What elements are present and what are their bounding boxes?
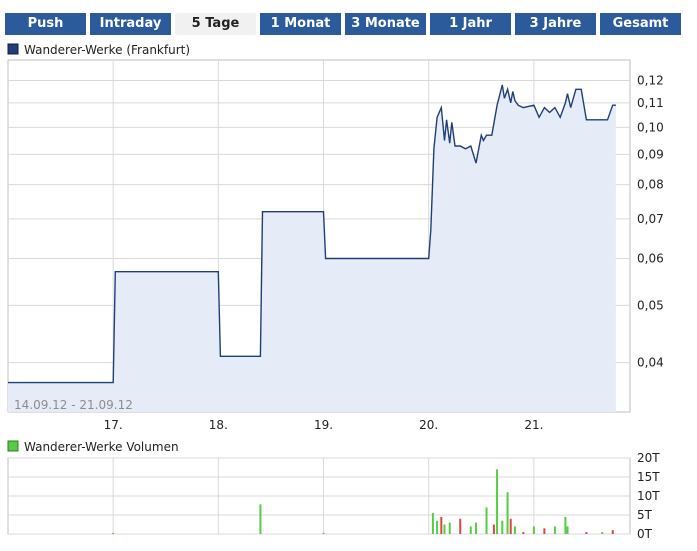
price-legend-swatch bbox=[7, 43, 19, 55]
price-x-tick-label: 19. bbox=[314, 418, 333, 432]
price-y-tick-label: 0,11 bbox=[637, 96, 664, 110]
volume-bar bbox=[585, 532, 588, 534]
date-range-label: 14.09.12 - 21.09.12 bbox=[14, 398, 133, 412]
volume-y-axis: 0T 5T 10T 15T 20T bbox=[637, 451, 660, 541]
price-y-tick-label: 0,05 bbox=[637, 298, 664, 312]
volume-bar bbox=[611, 530, 614, 534]
volume-bar bbox=[513, 526, 516, 534]
price-y-tick-label: 0,10 bbox=[637, 120, 664, 134]
price-y-axis: 0,04 0,05 0,06 0,07 0,08 0,09 0,10 0,11 0,12 bbox=[637, 74, 664, 370]
volume-bar bbox=[443, 524, 446, 534]
volume-bar bbox=[566, 526, 569, 534]
price-y-tick-label: 0,09 bbox=[637, 147, 664, 161]
volume-bar bbox=[475, 522, 478, 534]
volume-bar bbox=[440, 516, 443, 534]
volume-bar bbox=[469, 526, 472, 534]
volume-bar bbox=[506, 492, 509, 534]
volume-bar bbox=[553, 526, 556, 534]
volume-bar bbox=[485, 507, 488, 534]
volume-bar bbox=[522, 532, 525, 534]
volume-bar bbox=[543, 528, 546, 534]
volume-legend-label: Wanderer-Werke Volumen bbox=[24, 440, 179, 454]
volume-legend-swatch bbox=[7, 440, 19, 452]
volume-bar bbox=[459, 518, 462, 534]
volume-bar bbox=[564, 516, 567, 534]
price-legend-label: Wanderer-Werke (Frankfurt) bbox=[24, 43, 190, 57]
price-x-tick-label: 21. bbox=[524, 418, 543, 432]
price-y-tick-label: 0,04 bbox=[637, 356, 664, 370]
volume-bar bbox=[501, 520, 504, 534]
price-x-tick-label: 20. bbox=[419, 418, 438, 432]
volume-y-tick-label: 0T bbox=[637, 527, 653, 541]
volume-bar bbox=[259, 504, 262, 534]
volume-bar bbox=[601, 532, 604, 534]
price-y-tick-label: 0,12 bbox=[637, 74, 664, 88]
price-x-tick-label: 17. bbox=[104, 418, 123, 432]
chart-canvas: Wanderer-Werke (Frankfurt) 0,040,050,060… bbox=[7, 43, 664, 541]
volume-y-tick-label: 20T bbox=[637, 451, 660, 465]
volume-bar bbox=[532, 526, 535, 534]
volume-bar bbox=[431, 513, 434, 534]
volume-y-tick-label: 5T bbox=[637, 508, 653, 522]
volume-bar bbox=[509, 518, 512, 534]
volume-bar bbox=[322, 532, 325, 534]
volume-bar bbox=[448, 522, 451, 534]
volume-bar bbox=[436, 520, 439, 534]
price-y-tick-label: 0,07 bbox=[637, 212, 664, 226]
volume-y-tick-label: 15T bbox=[637, 470, 660, 484]
price-y-tick-label: 0,08 bbox=[637, 178, 664, 192]
price-y-tick-label: 0,06 bbox=[637, 252, 664, 266]
volume-bar bbox=[112, 532, 115, 534]
volume-bar bbox=[492, 524, 495, 534]
price-x-axis: 17. 18. 19. 20. 21. bbox=[104, 418, 544, 432]
price-x-tick-label: 18. bbox=[209, 418, 228, 432]
volume-y-tick-label: 10T bbox=[637, 489, 660, 503]
volume-bar bbox=[496, 469, 499, 534]
